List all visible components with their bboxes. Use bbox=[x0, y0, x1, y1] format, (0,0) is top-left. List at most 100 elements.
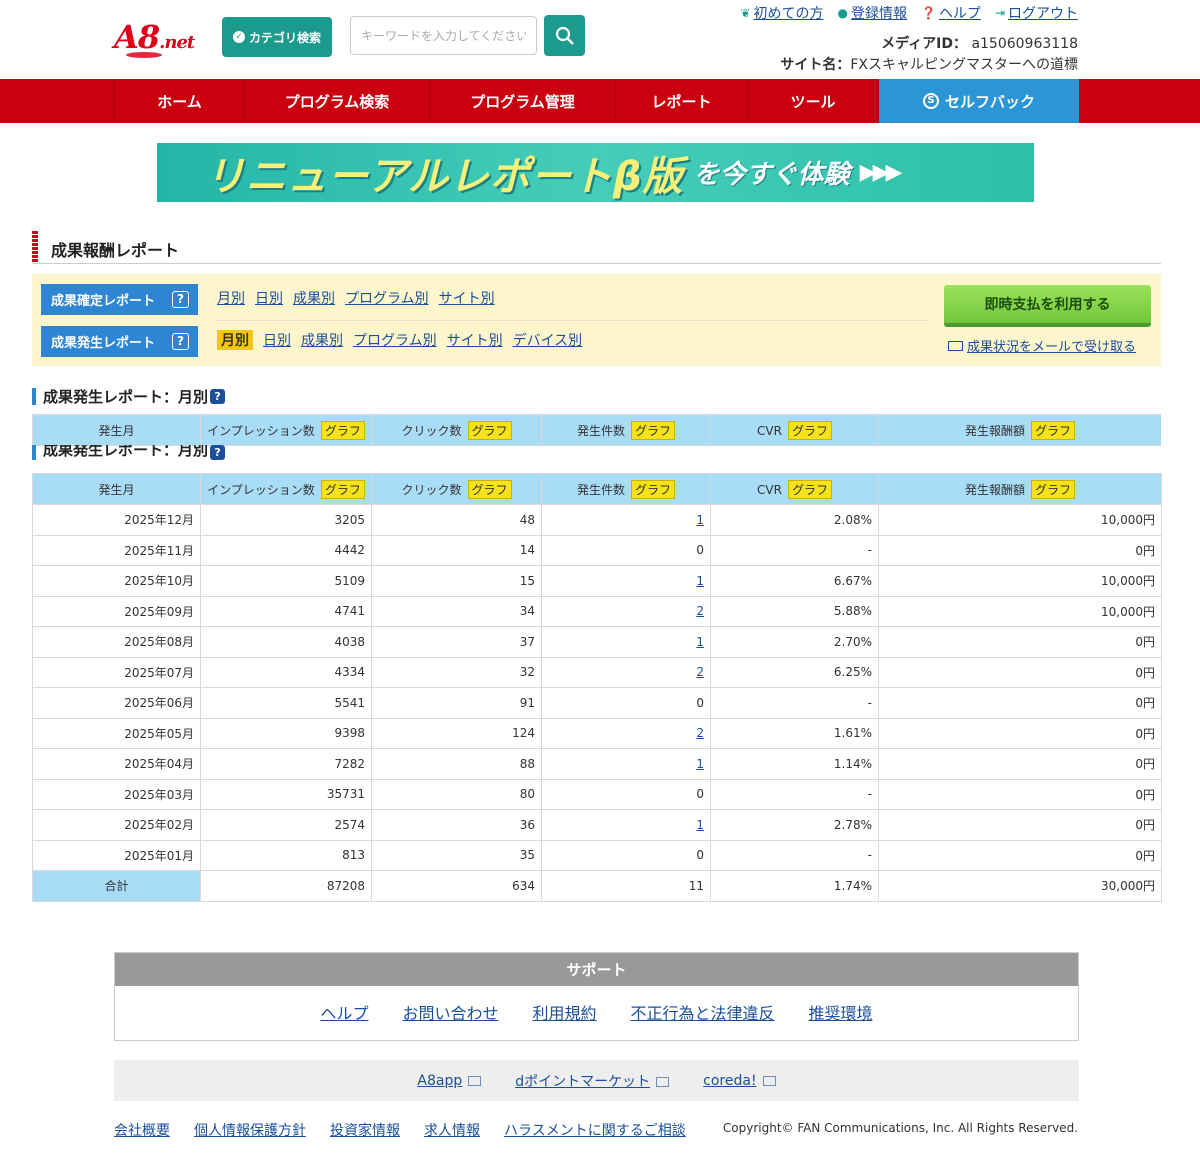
col-reward: 発生報酬額 グラフ bbox=[878, 473, 1162, 505]
col-month: 発生月 bbox=[32, 414, 201, 446]
cell-imp: 3205 bbox=[200, 504, 372, 536]
instant-payment-button[interactable]: 即時支払を利用する bbox=[944, 285, 1151, 327]
table-header-sticky: 発生月 インプレッション数 グラフ クリック数 グラフ 発生件数 グラフ CVR グラフ… bbox=[32, 414, 1161, 448]
graph-button[interactable]: グラフ bbox=[467, 420, 512, 440]
count-link[interactable]: 1 bbox=[696, 513, 704, 527]
count-link[interactable]: 1 bbox=[696, 574, 704, 588]
link-help[interactable]: ❓ ヘルプ bbox=[921, 3, 981, 23]
count-link[interactable]: 1 bbox=[696, 635, 704, 649]
cell-cvr: 1.61% bbox=[710, 717, 879, 749]
graph-button[interactable]: グラフ bbox=[1031, 479, 1076, 499]
graph-button[interactable]: グラフ bbox=[320, 479, 365, 499]
mail-notify-link[interactable]: 成果状況をメールで受け取る bbox=[948, 336, 1136, 355]
cell-click: 35 bbox=[371, 839, 542, 871]
category-search-button[interactable]: ✓ カテゴリ検索 bbox=[222, 17, 332, 57]
support-terms-link[interactable]: 利用規約 bbox=[532, 1000, 596, 1024]
support-contact-link[interactable]: お問い合わせ bbox=[402, 1000, 498, 1024]
occurred-report-button[interactable]: 成果発生レポート? bbox=[41, 326, 198, 357]
cell-reward: 0円 bbox=[878, 534, 1162, 566]
graph-button[interactable]: グラフ bbox=[631, 420, 676, 440]
cell-imp: 4741 bbox=[200, 595, 372, 627]
table-row: 2025年03月 35731 80 0-0円 bbox=[32, 778, 1162, 810]
graph-button[interactable]: グラフ bbox=[1031, 420, 1076, 440]
divider bbox=[217, 320, 927, 321]
occurred-monthly-link-current[interactable]: 月別 bbox=[217, 330, 253, 350]
cell-reward: 0円 bbox=[878, 656, 1162, 688]
footer-investor-link[interactable]: 投資家情報 bbox=[330, 1120, 400, 1140]
copyright: Copyright© FAN Communications, Inc. All … bbox=[722, 1121, 1078, 1135]
confirmed-daily-link[interactable]: 日別 bbox=[255, 288, 283, 308]
occurred-by-device-link[interactable]: デバイス別 bbox=[513, 330, 583, 350]
table-row: 2025年01月 813 35 0-0円 bbox=[32, 839, 1162, 871]
cell-imp: 7282 bbox=[200, 748, 372, 780]
graph-button[interactable]: グラフ bbox=[787, 420, 832, 440]
occurred-by-program-link[interactable]: プログラム別 bbox=[353, 330, 437, 350]
nav-tools[interactable]: ツール bbox=[748, 79, 879, 123]
nav-report[interactable]: レポート bbox=[616, 79, 748, 123]
footer-jobs-link[interactable]: 求人情報 bbox=[424, 1120, 480, 1140]
report-heading: 成果発生レポート：月別? bbox=[32, 386, 226, 407]
occurred-by-result-link[interactable]: 成果別 bbox=[301, 330, 343, 350]
cell-month: 2025年07月 bbox=[32, 656, 201, 688]
banner-sub-text: を今すぐ体験 bbox=[693, 160, 850, 190]
confirmed-monthly-link[interactable]: 月別 bbox=[217, 288, 245, 308]
graph-button[interactable]: グラフ bbox=[467, 479, 512, 499]
confirmed-report-button[interactable]: 成果確定レポート? bbox=[41, 284, 198, 315]
help-icon[interactable]: ? bbox=[210, 389, 226, 404]
occurred-daily-link[interactable]: 日別 bbox=[263, 330, 291, 350]
link-account-info[interactable]: ● 登録情報 bbox=[838, 3, 907, 23]
occurred-by-site-link[interactable]: サイト別 bbox=[447, 330, 503, 350]
nav-home[interactable]: ホーム bbox=[115, 79, 245, 123]
cell-cvr: 1.14% bbox=[710, 748, 879, 780]
nav-program-manage[interactable]: プログラム管理 bbox=[430, 79, 616, 123]
logo-text: A8 bbox=[114, 18, 160, 56]
nav-program-search[interactable]: プログラム検索 bbox=[245, 79, 430, 123]
footer-privacy-link[interactable]: 個人情報保護方針 bbox=[194, 1120, 306, 1140]
link-beginners[interactable]: ❦ 初めての方 bbox=[740, 3, 823, 23]
nav-selfback[interactable]: S セルフバック bbox=[879, 79, 1079, 123]
col-clicks: クリック数 グラフ bbox=[371, 473, 542, 505]
confirmed-by-program-link[interactable]: プログラム別 bbox=[345, 288, 429, 308]
graph-button[interactable]: グラフ bbox=[320, 420, 365, 440]
cell-count: 1 bbox=[541, 748, 711, 780]
footer-harassment-link[interactable]: ハラスメントに関するご相談 bbox=[504, 1120, 686, 1140]
col-cvr: CVR グラフ bbox=[710, 473, 879, 505]
partner-a8app[interactable]: A8app bbox=[417, 1073, 482, 1089]
count-link[interactable]: 2 bbox=[696, 665, 704, 679]
graph-button[interactable]: グラフ bbox=[631, 479, 676, 499]
selfback-icon: S bbox=[922, 93, 939, 109]
media-id-row: メディアID： a15060963118 bbox=[881, 36, 1078, 52]
help-icon[interactable]: ? bbox=[172, 333, 189, 350]
renewal-report-banner[interactable]: リニューアルレポートβ版 を今すぐ体験 ▶▶▶ bbox=[157, 143, 1034, 202]
support-help-link[interactable]: ヘルプ bbox=[320, 1000, 368, 1024]
external-link-icon bbox=[468, 1075, 482, 1086]
cell-count: 1 bbox=[541, 809, 711, 841]
partner-dpoint[interactable]: dポイントマーケット bbox=[515, 1071, 670, 1091]
cell-month: 2025年02月 bbox=[32, 809, 201, 841]
cell-reward: 0円 bbox=[878, 748, 1162, 780]
graph-button[interactable]: グラフ bbox=[787, 479, 832, 499]
confirmed-by-result-link[interactable]: 成果別 bbox=[293, 288, 335, 308]
cell-click: 32 bbox=[371, 656, 542, 688]
search-button[interactable] bbox=[544, 15, 585, 56]
link-logout[interactable]: ⇥ ログアウト bbox=[995, 3, 1078, 23]
col-count: 発生件数 グラフ bbox=[541, 414, 711, 446]
help-icon[interactable]: ? bbox=[210, 445, 226, 460]
cell-imp: 5541 bbox=[200, 687, 372, 719]
count-link[interactable]: 2 bbox=[696, 726, 704, 740]
support-env-link[interactable]: 推奨環境 bbox=[809, 1000, 873, 1024]
cell-month: 2025年09月 bbox=[32, 595, 201, 627]
a8-logo[interactable]: A8.net bbox=[114, 18, 195, 56]
partner-coreda[interactable]: coreda! bbox=[703, 1073, 776, 1089]
cell-month: 2025年03月 bbox=[32, 778, 201, 810]
footer-company-link[interactable]: 会社概要 bbox=[114, 1120, 170, 1140]
help-icon[interactable]: ? bbox=[172, 291, 189, 308]
cell-click: 37 bbox=[371, 626, 542, 658]
support-fraud-link[interactable]: 不正行為と法律違反 bbox=[631, 1000, 775, 1024]
count-link[interactable]: 2 bbox=[696, 604, 704, 618]
cell-count: 2 bbox=[541, 717, 711, 749]
count-link[interactable]: 1 bbox=[696, 818, 704, 832]
keyword-search-input[interactable] bbox=[350, 16, 537, 55]
count-link[interactable]: 1 bbox=[696, 757, 704, 771]
confirmed-by-site-link[interactable]: サイト別 bbox=[439, 288, 495, 308]
